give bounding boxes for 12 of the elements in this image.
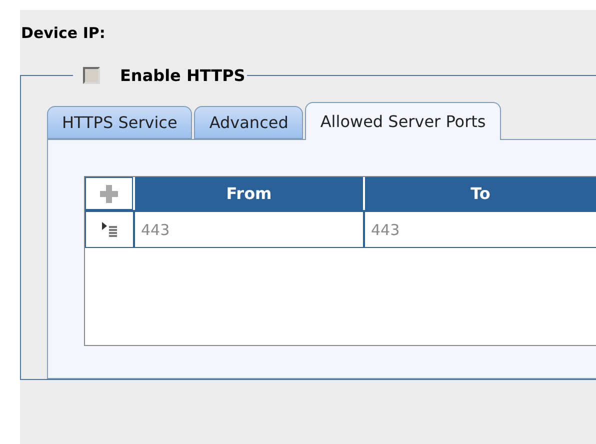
tab[interactable]: Advanced [194, 106, 304, 139]
row-pointer-icon [100, 220, 118, 238]
column-header[interactable]: From [133, 177, 363, 210]
column-header[interactable]: To [363, 177, 596, 210]
enable-https-checkbox[interactable] [83, 67, 100, 84]
enable-https-label: Enable HTTPS [120, 66, 246, 85]
device-ip-label: Device IP: [21, 24, 106, 42]
table-cell[interactable]: 443 [133, 212, 363, 247]
plus-icon[interactable] [99, 184, 119, 204]
tab[interactable]: Allowed Server Ports [305, 102, 501, 140]
table-cell[interactable]: 443 [363, 212, 596, 247]
tab[interactable]: HTTPS Service [47, 106, 192, 139]
